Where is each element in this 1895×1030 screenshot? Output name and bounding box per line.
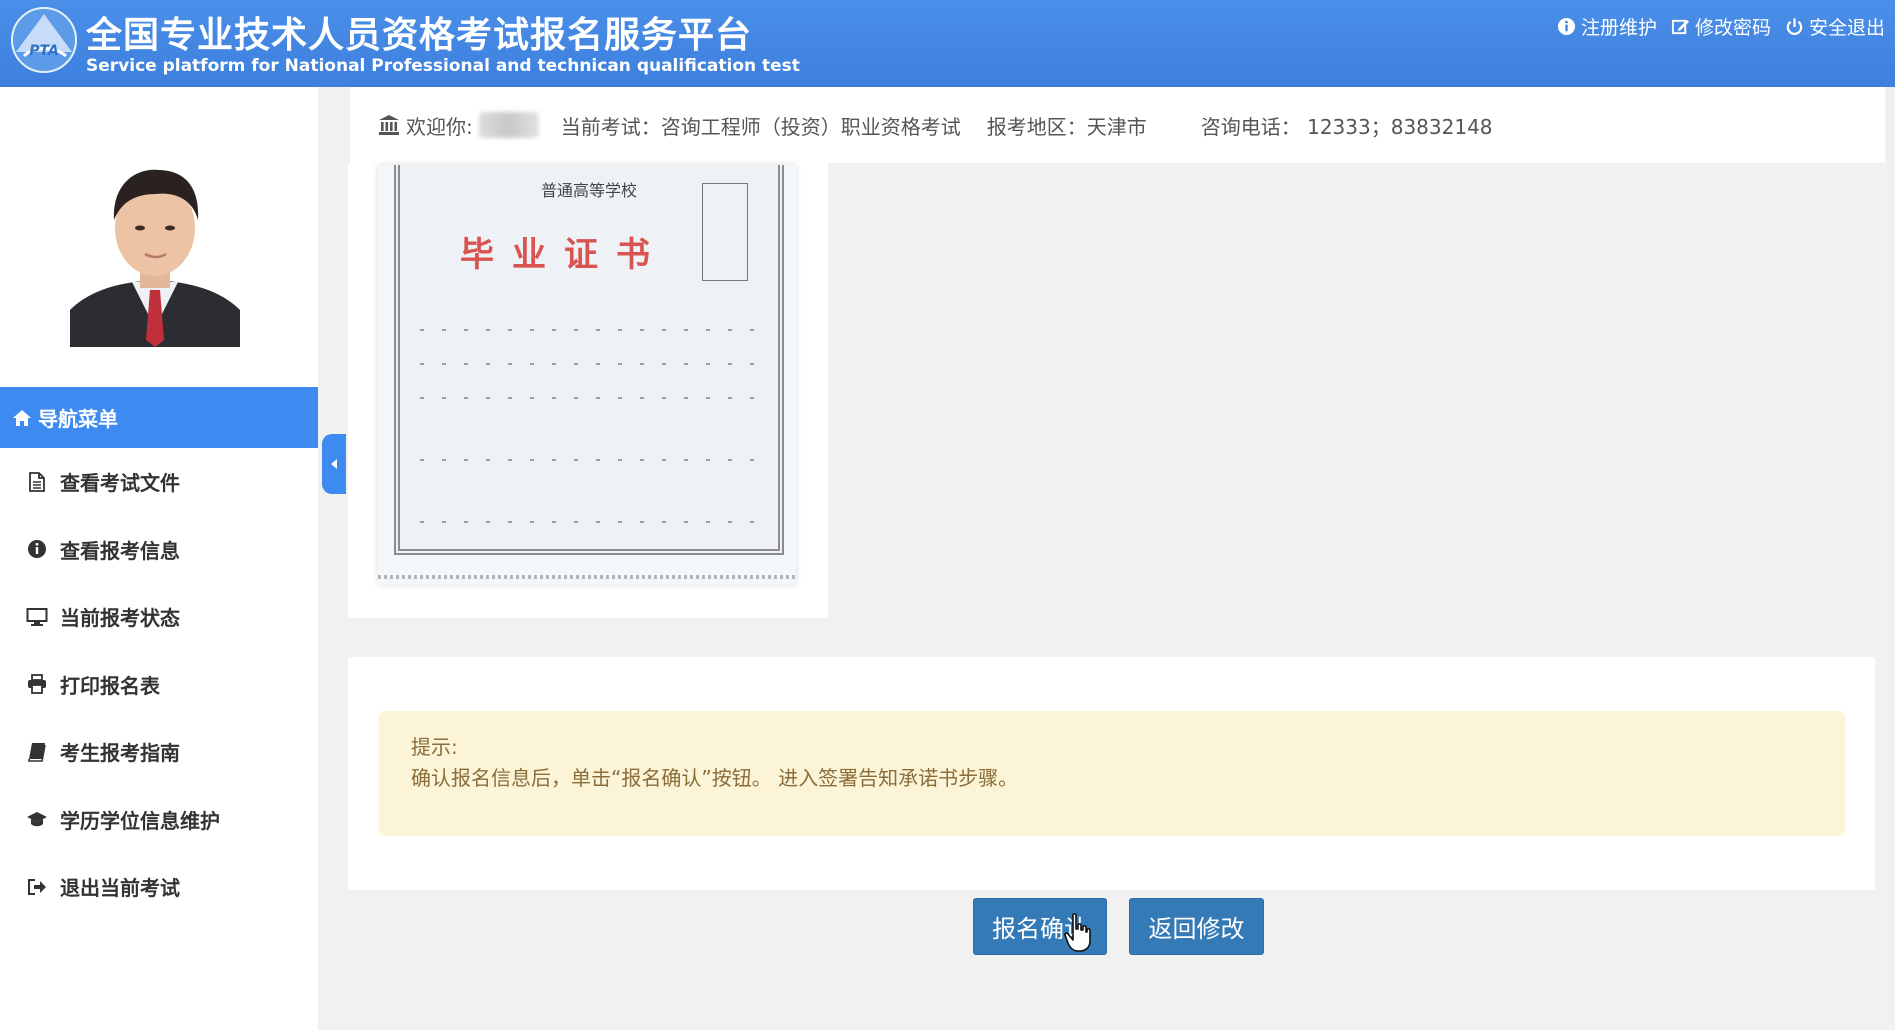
hotline: 咨询电话： 12333；83832148	[1200, 114, 1493, 139]
printer-icon	[28, 674, 46, 695]
logout-label: 安全退出	[1808, 17, 1885, 39]
sidebar-item-label: 退出当前考试	[60, 876, 180, 901]
header-links: 注册维护 修改密码 安全退出	[1557, 13, 1885, 40]
sidebar-item-exam-info[interactable]: 查看报考信息	[0, 516, 318, 584]
sidebar-item-label: 查看考试文件	[60, 471, 180, 496]
certificate-text-line	[420, 329, 758, 331]
logout-link[interactable]: 安全退出	[1785, 13, 1885, 40]
header-bar: PTA 全国专业技术人员资格考试报名服务平台 Service platform …	[0, 0, 1895, 87]
caret-left-icon	[331, 459, 337, 469]
file-icon	[29, 471, 45, 492]
platform-title: 全国专业技术人员资格考试报名服务平台	[86, 15, 753, 56]
certificate-title: 毕业证书	[460, 235, 668, 275]
info-icon	[1557, 17, 1576, 36]
hand-cursor-icon	[1064, 913, 1091, 952]
sidebar-item-label: 当前报考状态	[60, 606, 180, 631]
sidebar-item-degree-info[interactable]: 学历学位信息维护	[0, 786, 318, 854]
nav-list: 查看考试文件 查看报考信息 当前报考状态 打印报名表 考生报考指南 学历学位信息…	[0, 448, 318, 921]
certificate-text-line	[420, 521, 758, 523]
sidebar-item-label: 学历学位信息维护	[60, 808, 220, 833]
change-password-link[interactable]: 修改密码	[1671, 13, 1771, 40]
register-maintain-label: 注册维护	[1580, 17, 1657, 39]
current-exam: 当前考试：咨询工程师（投资）职业资格考试	[560, 114, 961, 139]
platform-subtitle: Service platform for National Profession…	[86, 56, 800, 76]
monitor-icon	[26, 607, 48, 626]
sidebar-item-label: 考生报考指南	[60, 741, 180, 766]
certificate-text-line	[420, 459, 758, 461]
sidebar-item-print-form[interactable]: 打印报名表	[0, 651, 318, 719]
exam-info-bar: 欢迎你: 当前考试：咨询工程师（投资）职业资格考试 报考地区：天津市 咨询电话：…	[350, 87, 1885, 163]
avatar	[70, 150, 240, 347]
pta-logo: PTA	[11, 7, 77, 73]
power-icon	[1786, 18, 1803, 35]
sidebar-item-label: 查看报考信息	[60, 538, 180, 563]
book-icon	[28, 742, 46, 762]
change-password-label: 修改密码	[1694, 17, 1771, 39]
graduation-cap-icon	[27, 812, 47, 827]
tip-text: 确认报名信息后，单击“报名确认”按钮。 进入签署告知承诺书步骤。	[411, 766, 1019, 790]
certificate-photo-box	[702, 183, 748, 281]
sidebar-collapse-toggle[interactable]	[322, 434, 346, 494]
sidebar-item-exam-files[interactable]: 查看考试文件	[0, 448, 318, 516]
sign-out-icon	[28, 878, 46, 895]
welcome-label: 欢迎你:	[406, 114, 473, 139]
tip-label: 提示:	[411, 735, 458, 759]
home-icon	[13, 409, 31, 426]
certificate-frame: 普通高等学校 毕业证书	[394, 165, 784, 555]
certificate-text-line	[420, 397, 758, 399]
back-edit-button[interactable]: 返回修改	[1129, 898, 1264, 955]
sidebar-item-label: 打印报名表	[60, 673, 160, 698]
blurred-username	[478, 112, 539, 138]
graduation-certificate-image: 普通高等学校 毕业证书	[378, 165, 796, 585]
nav-menu-header[interactable]: 导航菜单	[0, 387, 318, 448]
exam-region: 报考地区：天津市	[986, 114, 1147, 139]
svg-text:PTA: PTA	[29, 43, 59, 59]
bank-icon	[379, 115, 399, 135]
info-circle-icon	[28, 540, 46, 559]
edit-icon	[1671, 19, 1690, 35]
sidebar: 导航菜单 查看考试文件 查看报考信息 当前报考状态 打印报名表 考生报考指南 学…	[0, 87, 318, 1030]
sidebar-item-guide[interactable]: 考生报考指南	[0, 718, 318, 786]
sidebar-item-exit-exam[interactable]: 退出当前考试	[0, 853, 318, 921]
sidebar-item-status[interactable]: 当前报考状态	[0, 583, 318, 651]
register-maintain-link[interactable]: 注册维护	[1557, 13, 1657, 40]
tip-alert: 提示: 确认报名信息后，单击“报名确认”按钮。 进入签署告知承诺书步骤。	[379, 711, 1845, 836]
certificate-text-line	[420, 363, 758, 365]
certificate-footer-print	[378, 575, 796, 579]
nav-menu-label: 导航菜单	[38, 407, 118, 431]
